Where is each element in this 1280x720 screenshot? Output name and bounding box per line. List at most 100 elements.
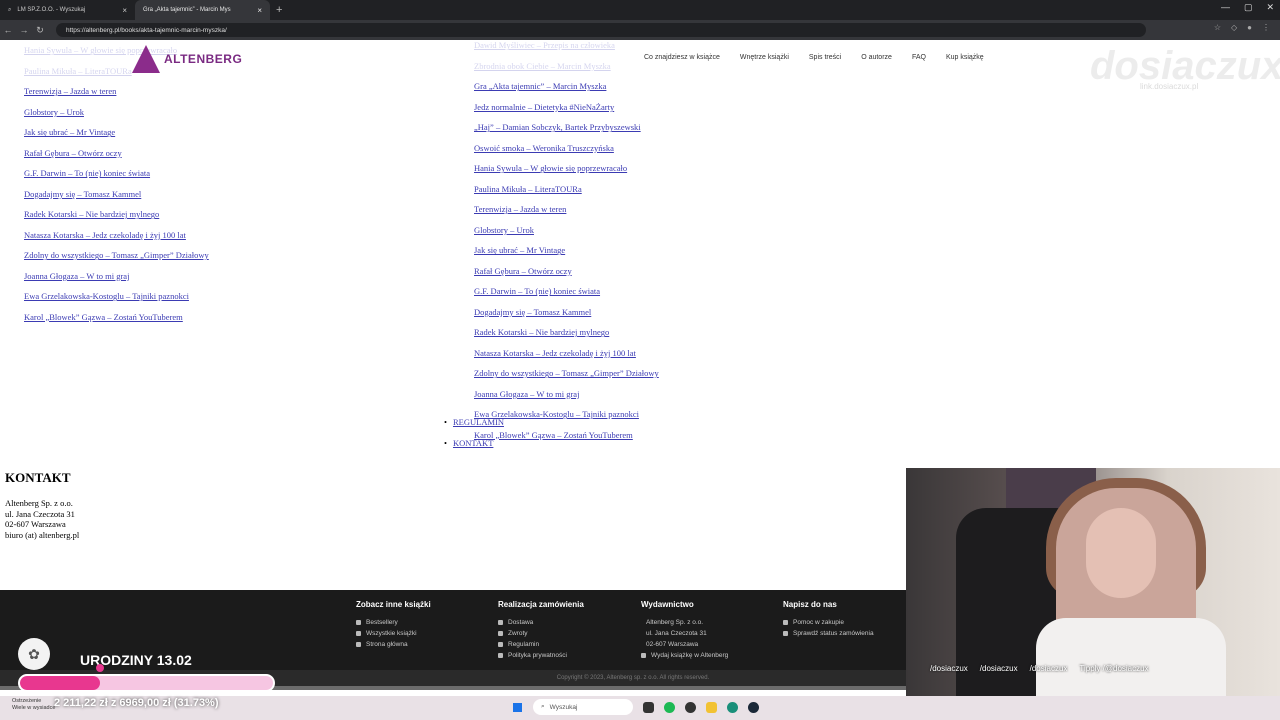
profile-icon[interactable]: ● bbox=[1247, 23, 1252, 32]
footer-link[interactable]: Dostawa bbox=[498, 617, 584, 628]
lock-icon bbox=[498, 653, 503, 658]
new-tab-button[interactable]: + bbox=[270, 4, 288, 16]
book-link[interactable]: Joanna Głogaza – W to mi graj bbox=[474, 389, 579, 399]
book-link[interactable]: Rafał Gębura – Otwórz oczy bbox=[474, 266, 572, 276]
contact-section: KONTAKT Altenberg Sp. z o.o. ul. Jana Cz… bbox=[5, 470, 79, 540]
menu-item-author[interactable]: O autorze bbox=[861, 54, 892, 61]
list-item: Radek Kotarski – Nie bardziej mylnego bbox=[24, 204, 209, 225]
stream-watermark-link: link.dosiaczux.pl bbox=[1140, 82, 1199, 91]
book-link[interactable]: Joanna Głogaza – W to mi graj bbox=[24, 271, 129, 281]
url-field[interactable]: https://altenberg.pl/books/akta-tajemnic… bbox=[56, 23, 1146, 37]
list-item: Jak się ubrać – Mr Vintage bbox=[24, 122, 209, 143]
url-text: https://altenberg.pl/books/akta-tajemnic… bbox=[66, 26, 227, 34]
book-link[interactable]: Globstory – Urok bbox=[24, 107, 84, 117]
windows-start-icon[interactable] bbox=[512, 701, 523, 713]
close-tab-icon[interactable]: × bbox=[122, 6, 127, 15]
contact-company: Altenberg Sp. z o.o. bbox=[5, 498, 73, 508]
menu-item-faq[interactable]: FAQ bbox=[912, 54, 926, 61]
book-link[interactable]: Radek Kotarski – Nie bardziej mylnego bbox=[24, 209, 159, 219]
tab-label: Gra „Akta tajemnic” - Marcin Mys bbox=[143, 7, 231, 13]
book-link[interactable]: Rafał Gębura – Otwórz oczy bbox=[24, 148, 122, 158]
warning-line1: Ostrzeżenie bbox=[12, 698, 42, 704]
book-link[interactable]: „Haj” – Damian Sobczyk, Bartek Przybysze… bbox=[474, 122, 641, 132]
contact-street: ul. Jana Czeczota 31 bbox=[5, 508, 75, 519]
maximize-icon[interactable]: ▢ bbox=[1244, 2, 1253, 13]
footer-link[interactable]: Bestsellery bbox=[356, 617, 431, 628]
extensions-area: ☆ ◇ ● ⋮ bbox=[1214, 23, 1270, 32]
menu-dots-icon[interactable]: ⋮ bbox=[1262, 23, 1270, 32]
book-link[interactable]: Natasza Kotarska – Jedz czekoladę i żyj … bbox=[474, 348, 636, 358]
extensions-icon[interactable]: ◇ bbox=[1231, 23, 1237, 32]
close-tab-icon[interactable]: × bbox=[257, 6, 262, 15]
book-link[interactable]: Jak się ubrać – Mr Vintage bbox=[24, 127, 115, 137]
browser-tab-active[interactable]: Gra „Akta tajemnic” - Marcin Mys × bbox=[135, 0, 270, 20]
book-link[interactable]: Terenwizja – Jazda w teren bbox=[24, 86, 116, 96]
book-link[interactable]: G.F. Darwin – To (nie) koniec świata bbox=[24, 168, 150, 178]
footer-link[interactable]: Wszystkie książki bbox=[356, 628, 431, 639]
tab-label: LM SP.Z.O.O. - Wyszukaj bbox=[17, 7, 86, 13]
book-link[interactable]: Gra „Akta tajemnic” – Marcin Myszka bbox=[474, 81, 606, 91]
book-link[interactable]: Hania Sywula – W głowie się poprzewracał… bbox=[474, 163, 627, 173]
list-item: Globstory – Urok bbox=[474, 220, 659, 241]
file-explorer-icon[interactable] bbox=[706, 701, 717, 713]
footer-link[interactable]: Strona główna bbox=[356, 639, 431, 650]
book-link[interactable]: Dogadajmy się – Tomasz Kammel bbox=[24, 189, 141, 199]
book-link[interactable]: Dogadajmy się – Tomasz Kammel bbox=[474, 307, 591, 317]
taskbar-search[interactable]: ⌕ Wyszukaj bbox=[533, 699, 633, 715]
regulamin-link[interactable]: REGULAMIN bbox=[453, 417, 504, 427]
back-icon[interactable]: ← bbox=[0, 25, 16, 35]
footer-heading: Wydawnictwo bbox=[641, 600, 694, 609]
menu-item-buy[interactable]: Kup książkę bbox=[946, 54, 984, 61]
legal-links: • REGULAMIN • KONTAKT bbox=[444, 412, 504, 453]
task-view-icon[interactable] bbox=[643, 701, 654, 713]
book-link[interactable]: G.F. Darwin – To (nie) koniec świata bbox=[474, 286, 600, 296]
bookmark-star-icon[interactable]: ☆ bbox=[1214, 23, 1221, 32]
book-link[interactable]: Paulina Mikuła – LiteraTOURa bbox=[474, 184, 582, 194]
book-link[interactable]: Zdolny do wszystkiego – Tomasz „Gimper” … bbox=[474, 368, 659, 378]
book-link[interactable]: Terenwizja – Jazda w teren bbox=[474, 204, 566, 214]
kontakt-link[interactable]: KONTAKT bbox=[453, 438, 493, 448]
close-window-icon[interactable]: ✕ bbox=[1266, 2, 1274, 13]
cookie-settings-icon[interactable]: ✿ bbox=[18, 638, 50, 670]
menu-item-contents[interactable]: Co znajdziesz w książce bbox=[644, 54, 720, 61]
minimize-icon[interactable]: — bbox=[1221, 2, 1230, 13]
book-link[interactable]: Natasza Kotarska – Jedz czekoladę i żyj … bbox=[24, 230, 186, 240]
book-link[interactable]: Ewa Grzelakowska-Kostoglu – Tajniki pazn… bbox=[24, 291, 189, 301]
book-link[interactable]: Jak się ubrać – Mr Vintage bbox=[474, 245, 565, 255]
list-item: Hania Sywula – W głowie się poprzewracał… bbox=[474, 158, 659, 179]
footer-link[interactable]: Zwroty bbox=[498, 628, 584, 639]
edge-browser-icon[interactable] bbox=[727, 701, 738, 713]
book-link[interactable]: Oswoić smoka – Weronika Truszczyńska bbox=[474, 143, 614, 153]
altenberg-logo[interactable]: ALTENBERG bbox=[132, 45, 242, 73]
book-link[interactable]: Radek Kotarski – Nie bardziej mylnego bbox=[474, 327, 609, 337]
list-item: „Haj” – Damian Sobczyk, Bartek Przybysze… bbox=[474, 117, 659, 138]
forward-icon[interactable]: → bbox=[16, 25, 32, 35]
list-item: Ewa Grzelakowska-Kostoglu – Tajniki pazn… bbox=[24, 286, 209, 307]
reload-icon[interactable]: ↻ bbox=[32, 25, 48, 36]
webcam-person-shirt bbox=[1036, 618, 1226, 696]
footer-link[interactable]: Pomoc w zakupie bbox=[783, 617, 874, 628]
taskbar-warning[interactable]: Ostrzeżenie Wiele w wysiadce bbox=[12, 698, 55, 712]
book-link[interactable]: Globstory – Urok bbox=[474, 225, 534, 235]
list-item: Terenwizja – Jazda w teren bbox=[474, 199, 659, 220]
footer-link[interactable]: Polityka prywatności bbox=[498, 650, 584, 661]
spotify-icon[interactable] bbox=[664, 701, 675, 713]
book-link[interactable]: Zdolny do wszystkiego – Tomasz „Gimper” … bbox=[24, 250, 209, 260]
list-item: Karol „Blowek” Gązwa – Zostań YouTuberem bbox=[24, 307, 209, 328]
document-icon bbox=[498, 642, 503, 647]
donation-amount-text: 2 211,22 zł z 6969,00 zł (31.73%) bbox=[54, 697, 219, 709]
warning-line2: Wiele w wysiadce bbox=[12, 705, 56, 711]
footer-link[interactable]: Sprawdź status zamówienia bbox=[783, 628, 874, 639]
menu-item-toc[interactable]: Spis treści bbox=[809, 54, 841, 61]
obs-icon[interactable] bbox=[685, 701, 696, 713]
list-item: Terenwizja – Jazda w teren bbox=[24, 81, 209, 102]
footer-link[interactable]: Wydaj książkę w Altenberg bbox=[641, 650, 728, 661]
legal-item: • KONTAKT bbox=[444, 433, 504, 454]
book-link[interactable]: Karol „Blowek” Gązwa – Zostań YouTuberem bbox=[24, 312, 183, 322]
menu-item-interior[interactable]: Wnętrze książki bbox=[740, 54, 789, 61]
browser-tab-search[interactable]: ⌕ LM SP.Z.O.O. - Wyszukaj × bbox=[0, 0, 135, 20]
book-link[interactable]: Jedz normalnie – Dietetyka #NieNaŻarty bbox=[474, 102, 614, 112]
footer-link[interactable]: Regulamin bbox=[498, 639, 584, 650]
steam-icon[interactable] bbox=[748, 701, 759, 713]
footer-text: Altenberg Sp. z o.o. bbox=[646, 619, 704, 626]
